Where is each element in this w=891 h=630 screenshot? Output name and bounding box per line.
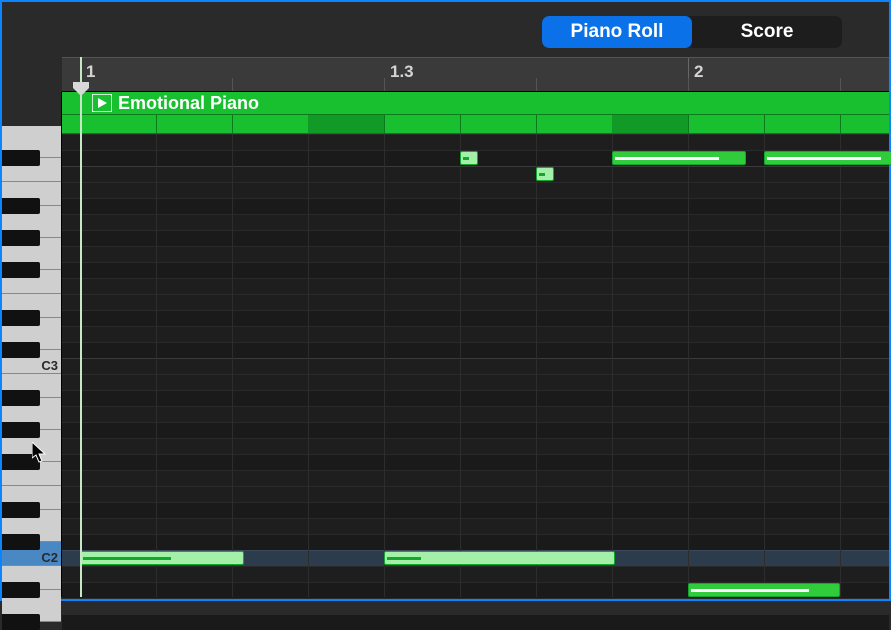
black-key[interactable] xyxy=(2,422,40,438)
grid-beat-line xyxy=(460,134,461,597)
midi-note[interactable] xyxy=(688,583,840,597)
note-velocity-bar xyxy=(463,157,469,160)
black-key[interactable] xyxy=(2,230,40,246)
region-tick xyxy=(460,115,461,133)
ruler-beat-line xyxy=(688,78,689,91)
note-velocity-bar xyxy=(387,557,421,560)
grid-beat-line xyxy=(80,134,81,597)
ruler-beat-line xyxy=(840,78,841,91)
region-tick xyxy=(536,115,537,133)
black-key[interactable] xyxy=(2,342,40,358)
black-key[interactable] xyxy=(2,150,40,166)
piano-keyboard[interactable]: C3C2 xyxy=(2,92,62,597)
note-velocity-bar xyxy=(691,589,809,592)
grid-row xyxy=(62,598,889,614)
editor-topbar: Piano Roll Score xyxy=(2,2,889,57)
black-key[interactable] xyxy=(2,310,40,326)
grid-row xyxy=(62,614,889,630)
region-name: Emotional Piano xyxy=(118,92,259,114)
grid-beat-line xyxy=(308,134,309,597)
ruler-beat-line xyxy=(536,78,537,91)
midi-note[interactable] xyxy=(460,151,478,165)
ruler-beat-line xyxy=(80,78,81,91)
midi-note[interactable] xyxy=(764,151,891,165)
grid-beat-line xyxy=(764,134,765,597)
grid-beat-line xyxy=(688,134,689,597)
region-tick xyxy=(840,115,841,133)
grid-beat-line xyxy=(232,134,233,597)
note-velocity-bar xyxy=(539,173,545,176)
note-velocity-bar xyxy=(767,157,881,160)
black-key[interactable] xyxy=(2,454,40,470)
black-key[interactable] xyxy=(2,534,40,550)
midi-note[interactable] xyxy=(612,151,746,165)
ruler-label: 1.3 xyxy=(390,62,414,82)
note-velocity-bar xyxy=(83,557,171,560)
region-play-icon xyxy=(92,94,112,112)
region-shade xyxy=(612,115,688,133)
black-key[interactable] xyxy=(2,390,40,406)
tab-score[interactable]: Score xyxy=(692,16,842,48)
region-header[interactable]: Emotional Piano xyxy=(62,92,889,134)
black-key[interactable] xyxy=(2,614,40,630)
region-tick xyxy=(688,115,689,133)
region-tick xyxy=(764,115,765,133)
grid-beat-line xyxy=(384,134,385,597)
region-shade xyxy=(308,115,384,133)
region-tick xyxy=(80,115,81,133)
black-key[interactable] xyxy=(2,582,40,598)
midi-note[interactable] xyxy=(384,551,615,565)
note-velocity-bar xyxy=(615,157,719,160)
black-key[interactable] xyxy=(2,502,40,518)
black-key[interactable] xyxy=(2,198,40,214)
black-key[interactable] xyxy=(2,262,40,278)
note-grid[interactable] xyxy=(62,134,889,597)
view-toggle: Piano Roll Score xyxy=(542,16,842,48)
ruler-beat-line xyxy=(232,78,233,91)
grid-beat-line xyxy=(156,134,157,597)
region-tick xyxy=(156,115,157,133)
grid-hline xyxy=(62,614,889,615)
midi-note[interactable] xyxy=(80,551,244,565)
grid-beat-line xyxy=(612,134,613,597)
region-tick xyxy=(232,115,233,133)
grid-hline xyxy=(62,598,889,599)
region-tick xyxy=(384,115,385,133)
tab-piano-roll[interactable]: Piano Roll xyxy=(542,16,692,48)
grid-beat-line xyxy=(840,134,841,597)
ruler-beat-line xyxy=(384,78,385,91)
midi-note[interactable] xyxy=(536,167,554,181)
ruler-label: 1 xyxy=(86,62,95,82)
grid-beat-line xyxy=(536,134,537,597)
ruler-label: 2 xyxy=(694,62,703,82)
timeline-ruler[interactable]: 11.32 xyxy=(62,57,889,92)
